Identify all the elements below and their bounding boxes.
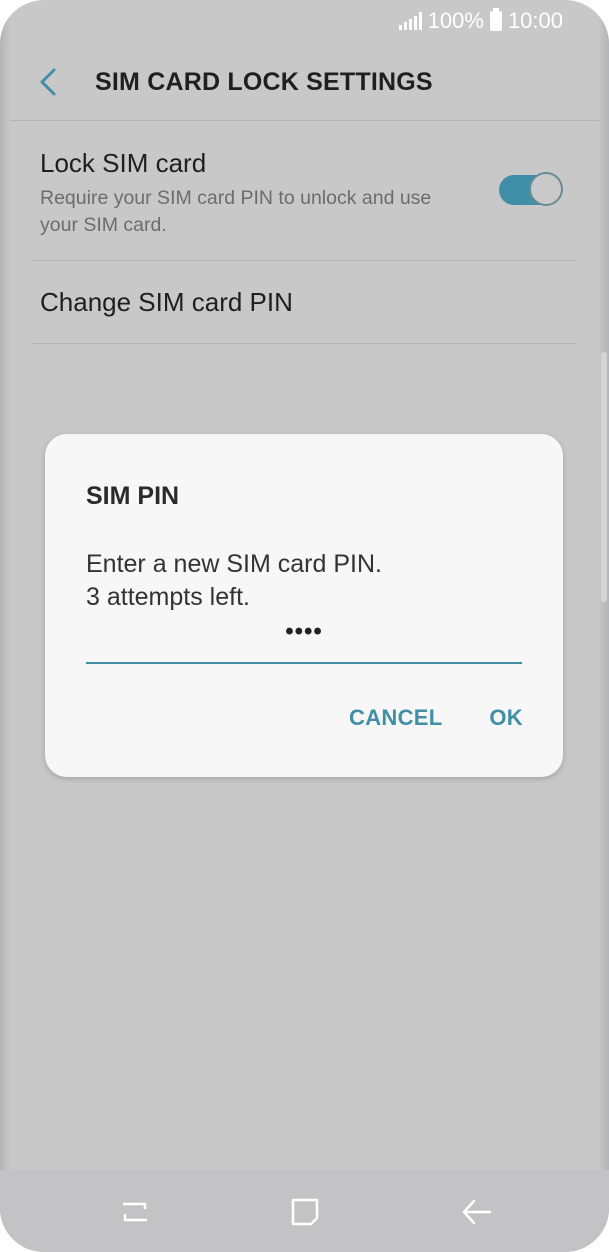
page-title: SIM CARD LOCK SETTINGS <box>95 68 433 96</box>
battery-icon <box>489 8 502 31</box>
sim-pin-dialog: SIM PIN Enter a new SIM card PIN. 3 atte… <box>45 434 563 777</box>
lock-sim-card-description: Require your SIM card PIN to unlock and … <box>40 187 432 236</box>
navigation-bar <box>0 1170 609 1252</box>
ok-button[interactable]: OK <box>489 705 523 731</box>
pin-input-value: •••• <box>285 618 323 645</box>
chevron-left-icon <box>40 68 56 96</box>
lock-sim-card-toggle[interactable] <box>499 172 563 208</box>
lock-sim-card-title: Lock SIM card <box>40 148 207 178</box>
dialog-message-line1: Enter a new SIM card PIN. <box>86 550 382 578</box>
lock-sim-card-row[interactable]: Lock SIM card Require your SIM card PIN … <box>32 122 577 261</box>
dialog-message: Enter a new SIM card PIN. 3 attempts lef… <box>86 548 382 614</box>
cancel-button[interactable]: CANCEL <box>349 705 442 731</box>
screen-edge-right <box>599 0 609 1252</box>
status-bar: 100% 10:00 <box>0 0 609 42</box>
dialog-title: SIM PIN <box>86 482 180 510</box>
change-sim-pin-title: Change SIM card PIN <box>40 287 293 317</box>
change-sim-pin-row[interactable]: Change SIM card PIN <box>32 261 577 344</box>
home-button[interactable] <box>285 1192 325 1232</box>
status-icons: 100% 10:00 <box>398 8 563 34</box>
pin-input[interactable]: •••• <box>86 616 522 664</box>
app-header: SIM CARD LOCK SETTINGS <box>10 42 599 121</box>
battery-percent: 100% <box>427 8 484 33</box>
dialog-message-line2: 3 attempts left. <box>86 583 250 611</box>
phone-screen: 100% 10:00 SIM CARD LOCK SETTINGS Lock S… <box>0 0 609 1252</box>
recent-apps-icon <box>123 1202 147 1222</box>
back-arrow-icon <box>462 1199 492 1225</box>
clock: 10:00 <box>507 8 563 33</box>
back-button[interactable] <box>32 62 68 102</box>
home-icon <box>291 1198 319 1226</box>
screen-edge-left <box>0 0 10 1252</box>
toggle-knob <box>529 172 563 206</box>
signal-icon <box>398 12 422 30</box>
recent-apps-button[interactable] <box>115 1192 155 1232</box>
back-nav-button[interactable] <box>456 1192 496 1232</box>
edge-panel-handle[interactable] <box>601 352 607 602</box>
